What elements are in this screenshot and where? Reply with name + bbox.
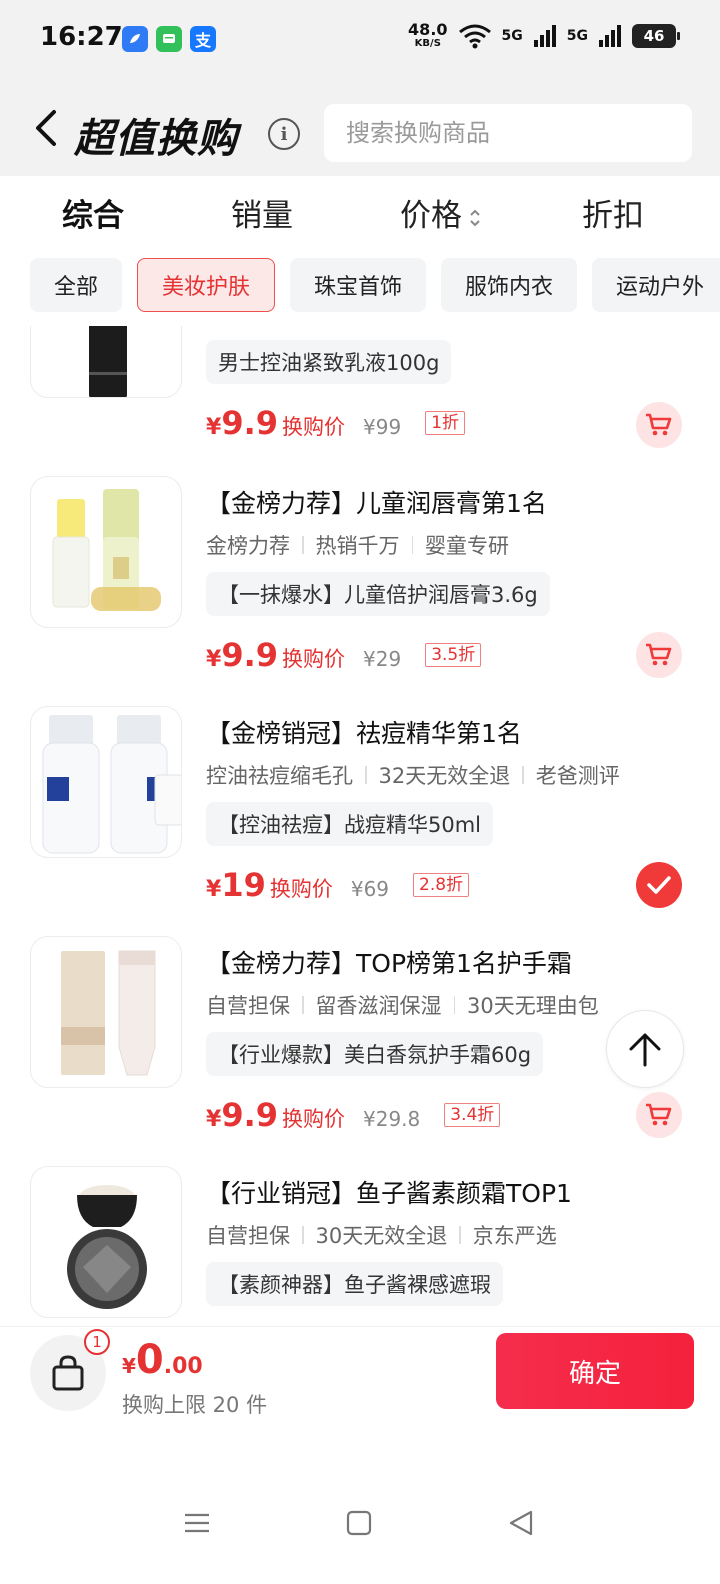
tab-sales[interactable]: 销量 [231,190,293,235]
price-row: ¥9.9 换购价 ¥99 1折 [206,404,466,442]
exchange-limit-text: 换购上限 20 件 [122,1393,268,1417]
status-indicators: 48.0 KB/S 5G 5G 46 [408,20,680,50]
product-promo: 【控油祛痘】战痘精华50ml [206,802,494,846]
signal-bars-icon [599,24,621,47]
system-nav-bar [0,1486,720,1584]
status-bar: 16:27 支 48.0 KB/S 5G 5G 46 [0,0,720,80]
chip-jewelry[interactable]: 珠宝首饰 [290,258,426,312]
back-button[interactable] [26,104,66,152]
shopping-bag-icon [52,1355,84,1391]
exchange-price: 9.9 [221,404,278,442]
price-label: 换购价 [282,415,345,439]
sort-arrows-icon [470,209,480,226]
add-to-cart-button[interactable] [636,632,682,678]
product-image [30,706,182,858]
original-price: ¥29.8 [363,1107,421,1131]
list-item[interactable]: 【行业销冠】鱼子酱素颜霜TOP1 自营担保 30天无效全退 京东严选 【素颜神器】鱼… [0,1166,720,1326]
exchange-price: 9.9 [221,1096,278,1134]
original-price: ¥69 [350,877,390,901]
price-row: ¥9.9 换购价 ¥29.8 3.4折 [206,1096,501,1134]
battery-icon: 46 [632,23,680,48]
bird-app-icon [122,26,148,52]
cart-icon [646,413,672,436]
network-speed: 48.0 KB/S [408,20,448,50]
bag-count-badge: 1 [84,1329,110,1355]
list-item[interactable]: 【金榜销冠】祛痘精华第1名 控油祛痘缩毛孔 32天无效全退 老爸测评 【控油祛痘】战… [0,706,720,936]
page-title: 超值换购 [74,116,238,162]
search-input[interactable] [346,119,692,147]
message-app-icon [156,26,182,52]
chip-sports[interactable]: 运动户外 [592,258,720,312]
product-tags: 控油祛痘缩毛孔 32天无效全退 老爸测评 [206,764,620,788]
arrow-up-icon [629,1033,661,1067]
signal-5g-label-2: 5G [566,27,588,44]
discount-badge: 1折 [425,411,466,435]
product-tags: 自营担保 留香滋润保湿 30天无理由包 [206,994,599,1018]
product-tags: 金榜力荐 热销千万 婴童专研 [206,534,509,558]
status-time: 16:27 [40,22,123,52]
product-image [30,936,182,1088]
cart-icon [646,643,672,666]
back-triangle-icon[interactable] [506,1508,536,1538]
product-title: 【金榜力荐】儿童润唇膏第1名 [206,489,547,518]
product-list: 男士控油紧致乳液100g ¥9.9 换购价 ¥99 1折 【金榜力荐】儿童润唇膏第1名… [0,326,720,1326]
price-row: ¥19 换购价 ¥69 2.8折 [206,866,470,904]
exchange-price: 19 [221,866,266,904]
wifi-icon [458,24,491,48]
product-image [30,476,182,628]
tab-price-label: 价格 [400,198,462,234]
list-item[interactable]: 男士控油紧致乳液100g ¥9.9 换购价 ¥99 1折 [0,326,720,448]
list-item[interactable]: 【金榜力荐】儿童润唇膏第1名 金榜力荐 热销千万 婴童专研 【一抹爆水】儿童倍护润唇… [0,476,720,706]
discount-badge: 3.4折 [444,1103,501,1127]
total-price: ¥0.00 [122,1337,203,1383]
exchange-price: 9.9 [221,636,278,674]
info-icon[interactable]: i [268,118,300,150]
scroll-to-top-button[interactable] [606,1010,684,1088]
discount-badge: 3.5折 [425,643,482,667]
tab-comprehensive[interactable]: 综合 [62,190,124,235]
checkmark-icon [647,876,671,894]
alipay-app-icon: 支 [190,26,216,52]
original-price: ¥99 [363,415,402,439]
product-title: 【金榜力荐】TOP榜第1名护手霜 [206,949,572,978]
product-promo: 男士控油紧致乳液100g [206,340,452,384]
signal-5g-label-1: 5G [501,27,523,44]
tab-price[interactable]: 价格 [400,190,482,235]
search-box[interactable] [324,104,692,162]
product-image [30,326,182,398]
product-promo: 【素颜神器】鱼子酱裸感遮瑕 [206,1262,503,1306]
menu-icon[interactable] [182,1508,212,1538]
product-tags: 自营担保 30天无效全退 京东严选 [206,1224,557,1248]
price-label: 换购价 [282,1107,345,1131]
sort-tabs: 综合 销量 价格 折扣 [0,176,720,248]
price-label: 换购价 [269,877,333,901]
add-to-cart-button[interactable] [636,402,682,448]
product-promo: 【一抹爆水】儿童倍护润唇膏3.6g [206,572,550,616]
product-title: 【金榜销冠】祛痘精华第1名 [206,719,522,748]
cart-icon [646,1103,672,1126]
price-row: ¥9.9 换购价 ¥29 3.5折 [206,636,482,674]
status-app-icons: 支 [122,26,216,52]
chevron-left-icon [36,110,56,146]
add-to-cart-button[interactable] [636,1092,682,1138]
product-title: 【行业销冠】鱼子酱素颜霜TOP1 [206,1179,572,1208]
home-icon[interactable] [344,1508,374,1538]
product-promo: 【行业爆款】美白香氛护手霜60g [206,1032,544,1076]
checkout-bar: 1 ¥0.00 换购上限 20 件 确定 [0,1326,720,1486]
chip-all[interactable]: 全部 [30,258,122,312]
chip-apparel[interactable]: 服饰内衣 [441,258,577,312]
category-chips: 全部 美妆护肤 珠宝首饰 服饰内衣 运动户外 [0,248,720,328]
page-header: 超值换购 i [0,80,720,176]
confirm-button[interactable]: 确定 [496,1333,694,1409]
tab-discount[interactable]: 折扣 [582,190,644,235]
discount-badge: 2.8折 [413,873,470,897]
signal-bars-icon [533,24,556,47]
selected-check-button[interactable] [636,862,682,908]
price-label: 换购价 [282,647,345,671]
product-image [30,1166,182,1318]
chip-beauty[interactable]: 美妆护肤 [137,258,275,312]
original-price: ¥29 [363,647,402,671]
